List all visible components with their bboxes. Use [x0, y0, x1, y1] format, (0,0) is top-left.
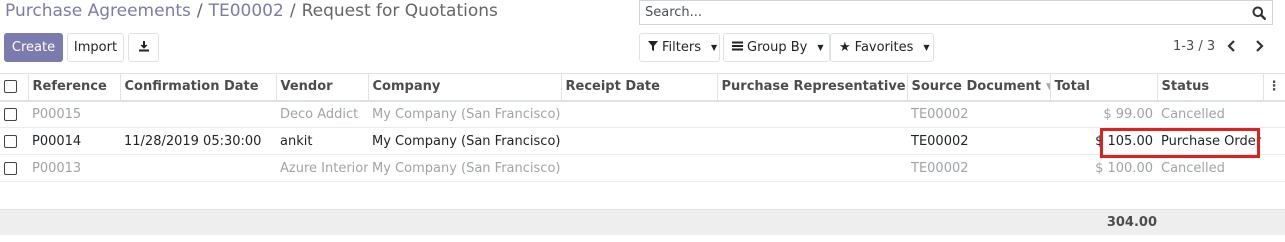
breadcrumb-separator: / — [289, 1, 296, 21]
footer-total: 304.00 — [1106, 215, 1157, 230]
table-row[interactable]: P00015 Deco Addict My Company (San Franc… — [0, 100, 1285, 128]
cell-confirmation-date — [120, 100, 276, 128]
search-input[interactable] — [640, 1, 1249, 24]
cell-receipt-date — [561, 127, 717, 155]
table-footer-row: 304.00 — [0, 209, 1285, 235]
cell-status: Purchase Order — [1157, 127, 1263, 155]
chevron-left-icon — [1226, 40, 1235, 52]
search-box — [639, 0, 1273, 25]
cell-status: Cancelled — [1157, 100, 1263, 128]
cell-confirmation-date — [120, 154, 276, 182]
ellipsis-vertical-icon: ⋮ — [1267, 79, 1281, 95]
cell-source-document: TE00002 — [907, 127, 1050, 155]
row-checkbox[interactable] — [4, 107, 17, 121]
import-button[interactable]: Import — [67, 33, 124, 62]
filter-icon — [648, 40, 658, 55]
cell-total: $ 105.00 — [1050, 127, 1157, 155]
caret-down-icon: ▼ — [710, 43, 718, 52]
column-header-company[interactable]: Company — [367, 73, 561, 102]
table-row[interactable]: P00013 Azure Interior My Company (San Fr… — [0, 154, 1285, 182]
table-header-row: Reference Confirmation Date Vendor Compa… — [0, 73, 1285, 102]
cell-receipt-date — [561, 100, 717, 128]
cell-vendor: ankit — [276, 127, 368, 155]
pager-next-button[interactable] — [1250, 37, 1268, 55]
cell-company: My Company (San Francisco) — [368, 154, 561, 182]
column-header-confirmation-date[interactable]: Confirmation Date — [119, 73, 276, 102]
chevron-right-icon — [1255, 40, 1264, 52]
column-header-receipt-date[interactable]: Receipt Date — [560, 73, 717, 102]
group-by-button[interactable]: Group By ▼ — [723, 33, 830, 62]
page-title: Request for Quotations — [301, 1, 498, 21]
cell-confirmation-date: 11/28/2019 05:30:00 — [120, 127, 276, 155]
caret-down-icon: ▼ — [923, 43, 930, 52]
select-all-checkbox[interactable] — [4, 80, 17, 94]
cell-source-document: TE00002 — [907, 154, 1050, 182]
cell-purchase-representative — [717, 127, 907, 155]
download-button[interactable] — [128, 33, 159, 62]
cell-status: Cancelled — [1157, 154, 1263, 182]
bars-icon — [732, 40, 743, 55]
cell-company: My Company (San Francisco) — [368, 100, 561, 128]
cell-reference: P00013 — [28, 154, 120, 182]
cell-purchase-representative — [717, 154, 907, 182]
favorites-label: Favorites — [854, 40, 914, 55]
search-icon[interactable] — [1249, 3, 1269, 23]
column-header-purchase-representative[interactable]: Purchase Representative — [716, 73, 907, 102]
filters-label: Filters — [662, 40, 701, 55]
cell-vendor: Deco Addict — [276, 100, 368, 128]
column-header-reference[interactable]: Reference — [27, 73, 120, 102]
column-header-source-document[interactable]: Source Document ▼ — [906, 73, 1050, 102]
download-icon — [138, 40, 150, 56]
row-checkbox[interactable] — [4, 134, 17, 148]
column-header-status[interactable]: Status — [1156, 73, 1263, 102]
cell-purchase-representative — [717, 100, 907, 128]
favorites-button[interactable]: ★ Favorites ▼ — [830, 33, 934, 62]
star-icon: ★ — [839, 40, 851, 55]
column-header-vendor[interactable]: Vendor — [275, 73, 368, 102]
cell-reference: P00015 — [28, 100, 120, 128]
cell-total: $ 100.00 — [1050, 154, 1157, 182]
table-row[interactable]: P00014 11/28/2019 05:30:00 ankit My Comp… — [0, 127, 1285, 155]
row-checkbox[interactable] — [4, 161, 17, 175]
cell-total: $ 99.00 — [1050, 100, 1157, 128]
source-document-label: Source Document — [911, 79, 1042, 95]
caret-down-icon: ▼ — [817, 43, 824, 52]
sort-caret-icon: ▼ — [1046, 82, 1050, 92]
filters-button[interactable]: Filters ▼ — [639, 33, 720, 62]
cell-source-document: TE00002 — [907, 100, 1050, 128]
rfq-table: Reference Confirmation Date Vendor Compa… — [0, 73, 1285, 182]
cell-receipt-date — [561, 154, 717, 182]
optional-columns-toggle[interactable]: ⋮ — [1262, 73, 1285, 102]
cell-company: My Company (San Francisco) — [368, 127, 561, 155]
group-by-label: Group By — [747, 40, 808, 55]
cell-reference: P00014 — [28, 127, 120, 155]
column-header-total[interactable]: Total — [1049, 73, 1157, 102]
breadcrumb-separator: / — [196, 1, 203, 21]
breadcrumb-purchase-agreements[interactable]: Purchase Agreements — [5, 1, 191, 21]
breadcrumb-te00002[interactable]: TE00002 — [209, 1, 284, 21]
breadcrumb: Purchase Agreements / TE00002 / Request … — [5, 0, 498, 22]
pager-value[interactable]: 1-3 / 3 — [1173, 39, 1215, 54]
create-button[interactable]: Create — [4, 33, 63, 62]
pager-previous-button[interactable] — [1222, 37, 1240, 55]
cell-vendor: Azure Interior — [276, 154, 368, 182]
select-all-cell — [0, 73, 28, 102]
